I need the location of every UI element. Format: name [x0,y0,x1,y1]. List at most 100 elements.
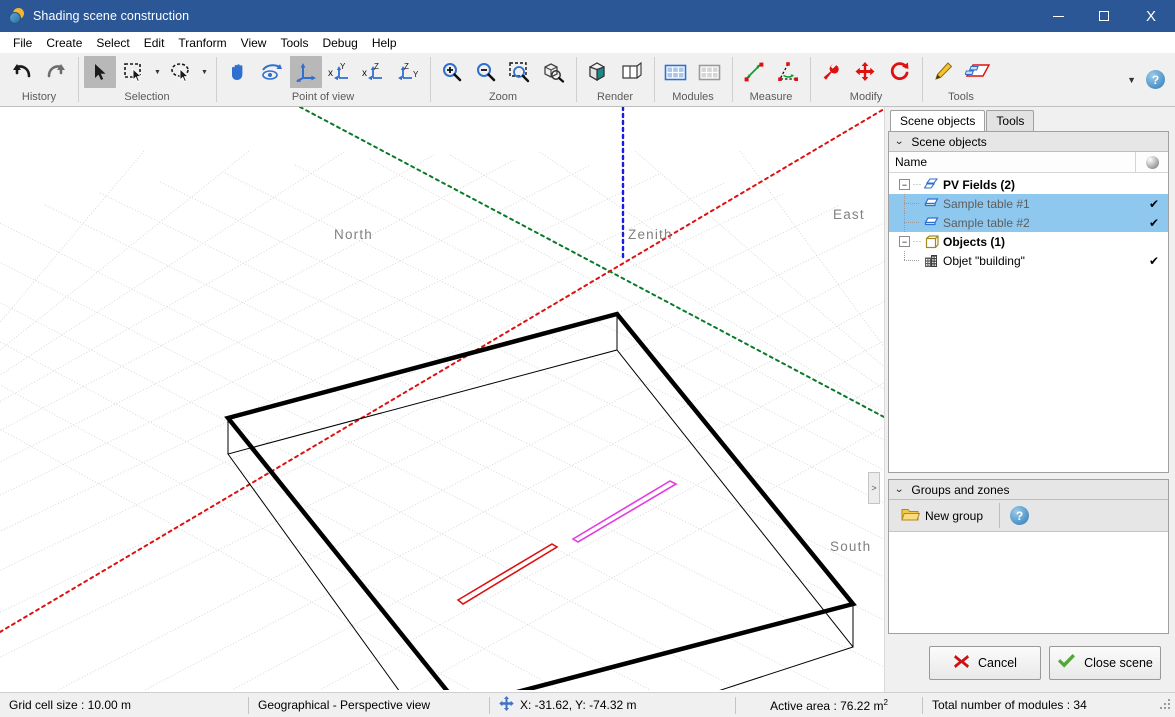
maximize-button[interactable] [1081,0,1127,32]
zoom-in-button[interactable] [436,56,468,88]
cancel-cross-icon [953,653,970,673]
panel-tabs: Scene objects Tools [888,110,1169,131]
rectangle-select-dropdown[interactable]: ▼ [152,56,163,88]
toolbar-label-zoom: Zoom [488,91,518,103]
visibility-check-sample-table-1[interactable]: ✔ [1149,197,1159,211]
toolbar-group-modify: Modify [810,53,922,106]
panel-footer: Cancel Close scene [888,634,1169,692]
groups-zones-groupbox: ⌄ Groups and zones New group ? [888,479,1169,634]
undo-button[interactable] [6,56,38,88]
toolbar-overflow-button[interactable]: ▼ [1127,75,1136,85]
sphere-shading-icon [1145,155,1159,169]
lasso-select-dropdown[interactable]: ▼ [199,56,210,88]
window-title: Shading scene construction [33,9,190,23]
menu-tranform[interactable]: Tranform [171,33,233,53]
status-active-area-text: Active area : 76.22 m [770,698,884,713]
close-button[interactable]: X [1127,0,1175,32]
menu-help[interactable]: Help [365,33,404,53]
menu-edit[interactable]: Edit [137,33,172,53]
menu-select[interactable]: Select [89,33,136,53]
menu-file[interactable]: File [6,33,39,53]
tree-label-objects: Objects (1) [943,234,1006,249]
tree-column-shading[interactable] [1135,151,1168,173]
view-xz-button[interactable]: x Z [358,56,390,88]
axis-3d-button[interactable] [290,56,322,88]
wrench-button[interactable] [816,56,848,88]
render-shaded-button[interactable] [582,56,614,88]
menu-debug[interactable]: Debug [315,33,364,53]
tree-node-sample-table-2[interactable]: Sample table #2 ✔ [889,213,1168,232]
zoom-window-button[interactable] [504,56,536,88]
panel-collapse-handle[interactable]: > [868,472,880,504]
lasso-select-button[interactable] [165,56,197,88]
move-button[interactable] [850,56,882,88]
collapse-chevron-icon: ⌄ [894,484,905,495]
status-coordinates: X: -31.62, Y: -74.32 m [490,693,735,717]
window-controls: X [1035,0,1175,32]
tree-column-header: Name [889,151,1168,173]
toolbar-label-point-of-view: Point of view [291,91,355,103]
tab-scene-objects[interactable]: Scene objects [890,110,986,131]
move-cross-icon [499,696,514,714]
modules-on-icon [664,64,687,81]
tree-node-objects[interactable]: − ⋯ Objects (1) [889,232,1168,251]
minimize-button[interactable] [1035,0,1081,32]
help-button[interactable]: ? [1146,70,1165,89]
scene-objects-header[interactable]: ⌄ Scene objects [889,132,1168,152]
visibility-check-objet-building[interactable]: ✔ [1149,254,1159,268]
right-panel: Scene objects Tools ⌄ Scene objects Name [885,107,1175,692]
pan-button[interactable] [222,56,254,88]
3d-viewport[interactable]: North Zenith East South West > [0,107,885,692]
check-icon [1057,653,1076,673]
expander-objects[interactable]: − [899,236,910,247]
expander-pv-fields[interactable]: − [899,179,910,190]
tree-guide-dots: ⋯ [912,179,922,189]
pan-hand-icon [232,64,243,80]
zoom-fit-button[interactable] [538,56,570,88]
arrow-select-button[interactable] [84,56,116,88]
new-group-label: New group [925,508,984,523]
scene-objects-header-label: Scene objects [911,134,987,149]
menu-view[interactable]: View [234,33,274,53]
groups-zones-list[interactable] [889,532,1168,633]
view-zy-button[interactable]: Z Y [392,56,424,88]
label-south: South [830,539,871,554]
groups-zones-header[interactable]: ⌄ Groups and zones [889,480,1168,500]
rotate-button[interactable] [884,56,916,88]
pv-table-2 [571,480,678,543]
new-group-button[interactable]: New group [895,504,989,528]
scene-objects-tree[interactable]: − ⋯ PV Fields (2) Sample table #1 ✔ Samp… [889,173,1168,472]
modules-off-button[interactable] [694,56,726,88]
groups-zones-help-button[interactable]: ? [1010,506,1030,525]
tree-node-objet-building[interactable]: Objet "building" ✔ [889,251,1168,270]
view-xy-button[interactable]: x Y [324,56,356,88]
close-scene-button[interactable]: Close scene [1049,646,1161,680]
menu-create[interactable]: Create [39,33,89,53]
measure-angle-button[interactable] [772,56,804,88]
measure-distance-button[interactable] [738,56,770,88]
menu-tools[interactable]: Tools [273,33,315,53]
modules-on-button[interactable] [660,56,692,88]
ground-grid [0,150,884,690]
table-tool-button[interactable] [962,56,994,88]
tree-node-sample-table-1[interactable]: Sample table #1 ✔ [889,194,1168,213]
visibility-check-sample-table-2[interactable]: ✔ [1149,216,1159,230]
tree-label-objet-building: Objet "building" [943,253,1025,268]
zoom-out-button[interactable] [470,56,502,88]
pencil-button[interactable] [928,56,960,88]
cancel-label: Cancel [978,656,1017,670]
pv-table-1 [456,543,559,605]
tab-tools[interactable]: Tools [986,110,1035,131]
rectangle-select-button[interactable] [118,56,150,88]
undo-icon [13,64,31,78]
render-wireframe-button[interactable] [616,56,648,88]
resize-grip[interactable] [1160,699,1172,711]
redo-button[interactable] [40,56,72,88]
toolbar-group-history: History [0,53,78,106]
toolbar-label-modify: Modify [849,91,883,103]
view-xz-icon: x Z [362,62,382,81]
svg-text:x: x [362,68,367,79]
cancel-button[interactable]: Cancel [929,646,1041,680]
orbit-button[interactable] [256,56,288,88]
tree-node-pv-fields[interactable]: − ⋯ PV Fields (2) [889,175,1168,194]
